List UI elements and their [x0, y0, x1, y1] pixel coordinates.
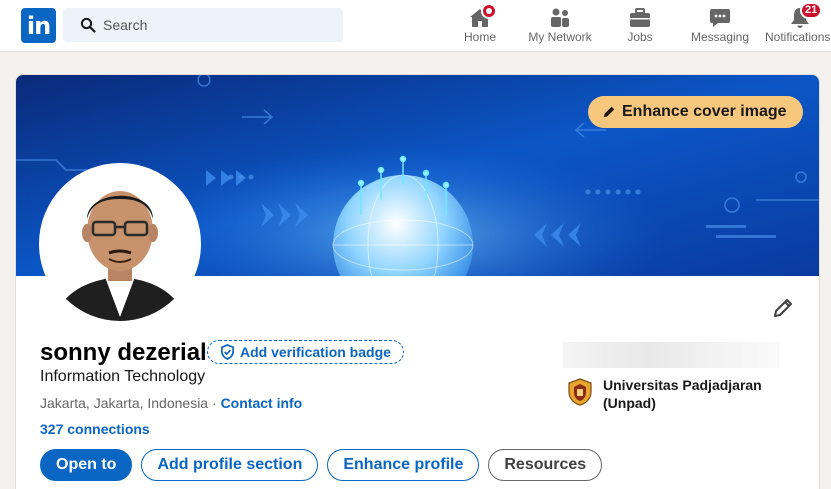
search-icon	[80, 17, 96, 33]
nav-home[interactable]: Home	[455, 3, 505, 50]
university-logo-icon	[568, 378, 592, 406]
shield-check-icon	[221, 344, 234, 360]
profile-actions: Open to Add profile section Enhance prof…	[40, 449, 603, 481]
top-nav: in Home My Network Jobs	[0, 0, 831, 52]
contact-info-link[interactable]: Contact info	[221, 395, 303, 411]
nav-messaging[interactable]: Messaging	[688, 4, 752, 50]
resources-button[interactable]: Resources	[488, 449, 603, 481]
nav-my-network[interactable]: My Network	[520, 4, 600, 50]
enhance-cover-image-button[interactable]: Enhance cover image	[588, 96, 803, 128]
profile-location: Jakarta, Jakarta, Indonesia	[40, 395, 209, 411]
location-separator: ·	[208, 395, 221, 411]
enhance-cover-label: Enhance cover image	[622, 103, 787, 120]
profile-location-line: Jakarta, Jakarta, Indonesia · Contact in…	[40, 395, 302, 411]
nav-label-messaging: Messaging	[690, 30, 750, 44]
nav-label-jobs: Jobs	[627, 30, 653, 44]
connections-link[interactable]: 327 connections	[40, 421, 150, 437]
enhance-profile-button[interactable]: Enhance profile	[327, 449, 480, 481]
profile-headline: Information Technology	[40, 368, 206, 385]
profile-avatar[interactable]	[39, 163, 201, 325]
edit-intro-pencil-icon[interactable]	[771, 296, 795, 320]
search-box[interactable]	[63, 8, 343, 42]
nav-label-network: My Network	[528, 30, 592, 44]
briefcase-icon	[630, 8, 650, 27]
education-name: Universitas Padjadjaran (Unpad)	[603, 377, 762, 411]
network-icon	[551, 8, 569, 27]
search-input[interactable]	[103, 8, 333, 42]
nav-label-notifications: Notifications	[765, 30, 831, 44]
open-to-button[interactable]: Open to	[40, 449, 133, 481]
messaging-icon	[710, 9, 730, 27]
profile-name: sonny dezerial	[40, 339, 207, 366]
profile-card: Enhance cover image sonny dezerial Add v…	[15, 74, 820, 489]
verification-label: Add verification badge	[240, 344, 391, 360]
home-notification-dot	[481, 3, 497, 19]
profile-photo	[43, 167, 197, 321]
nav-notifications[interactable]: 21 Notifications	[762, 2, 831, 50]
pencil-icon	[603, 106, 615, 118]
add-verification-badge-button[interactable]: Add verification badge	[207, 340, 404, 364]
linkedin-logo-icon[interactable]: in	[21, 8, 56, 43]
nav-jobs[interactable]: Jobs	[615, 4, 665, 50]
add-profile-section-button[interactable]: Add profile section	[141, 449, 319, 481]
blurred-experience-entry	[563, 342, 779, 368]
nav-label-home: Home	[463, 30, 496, 44]
notifications-count-badge: 21	[800, 2, 823, 19]
